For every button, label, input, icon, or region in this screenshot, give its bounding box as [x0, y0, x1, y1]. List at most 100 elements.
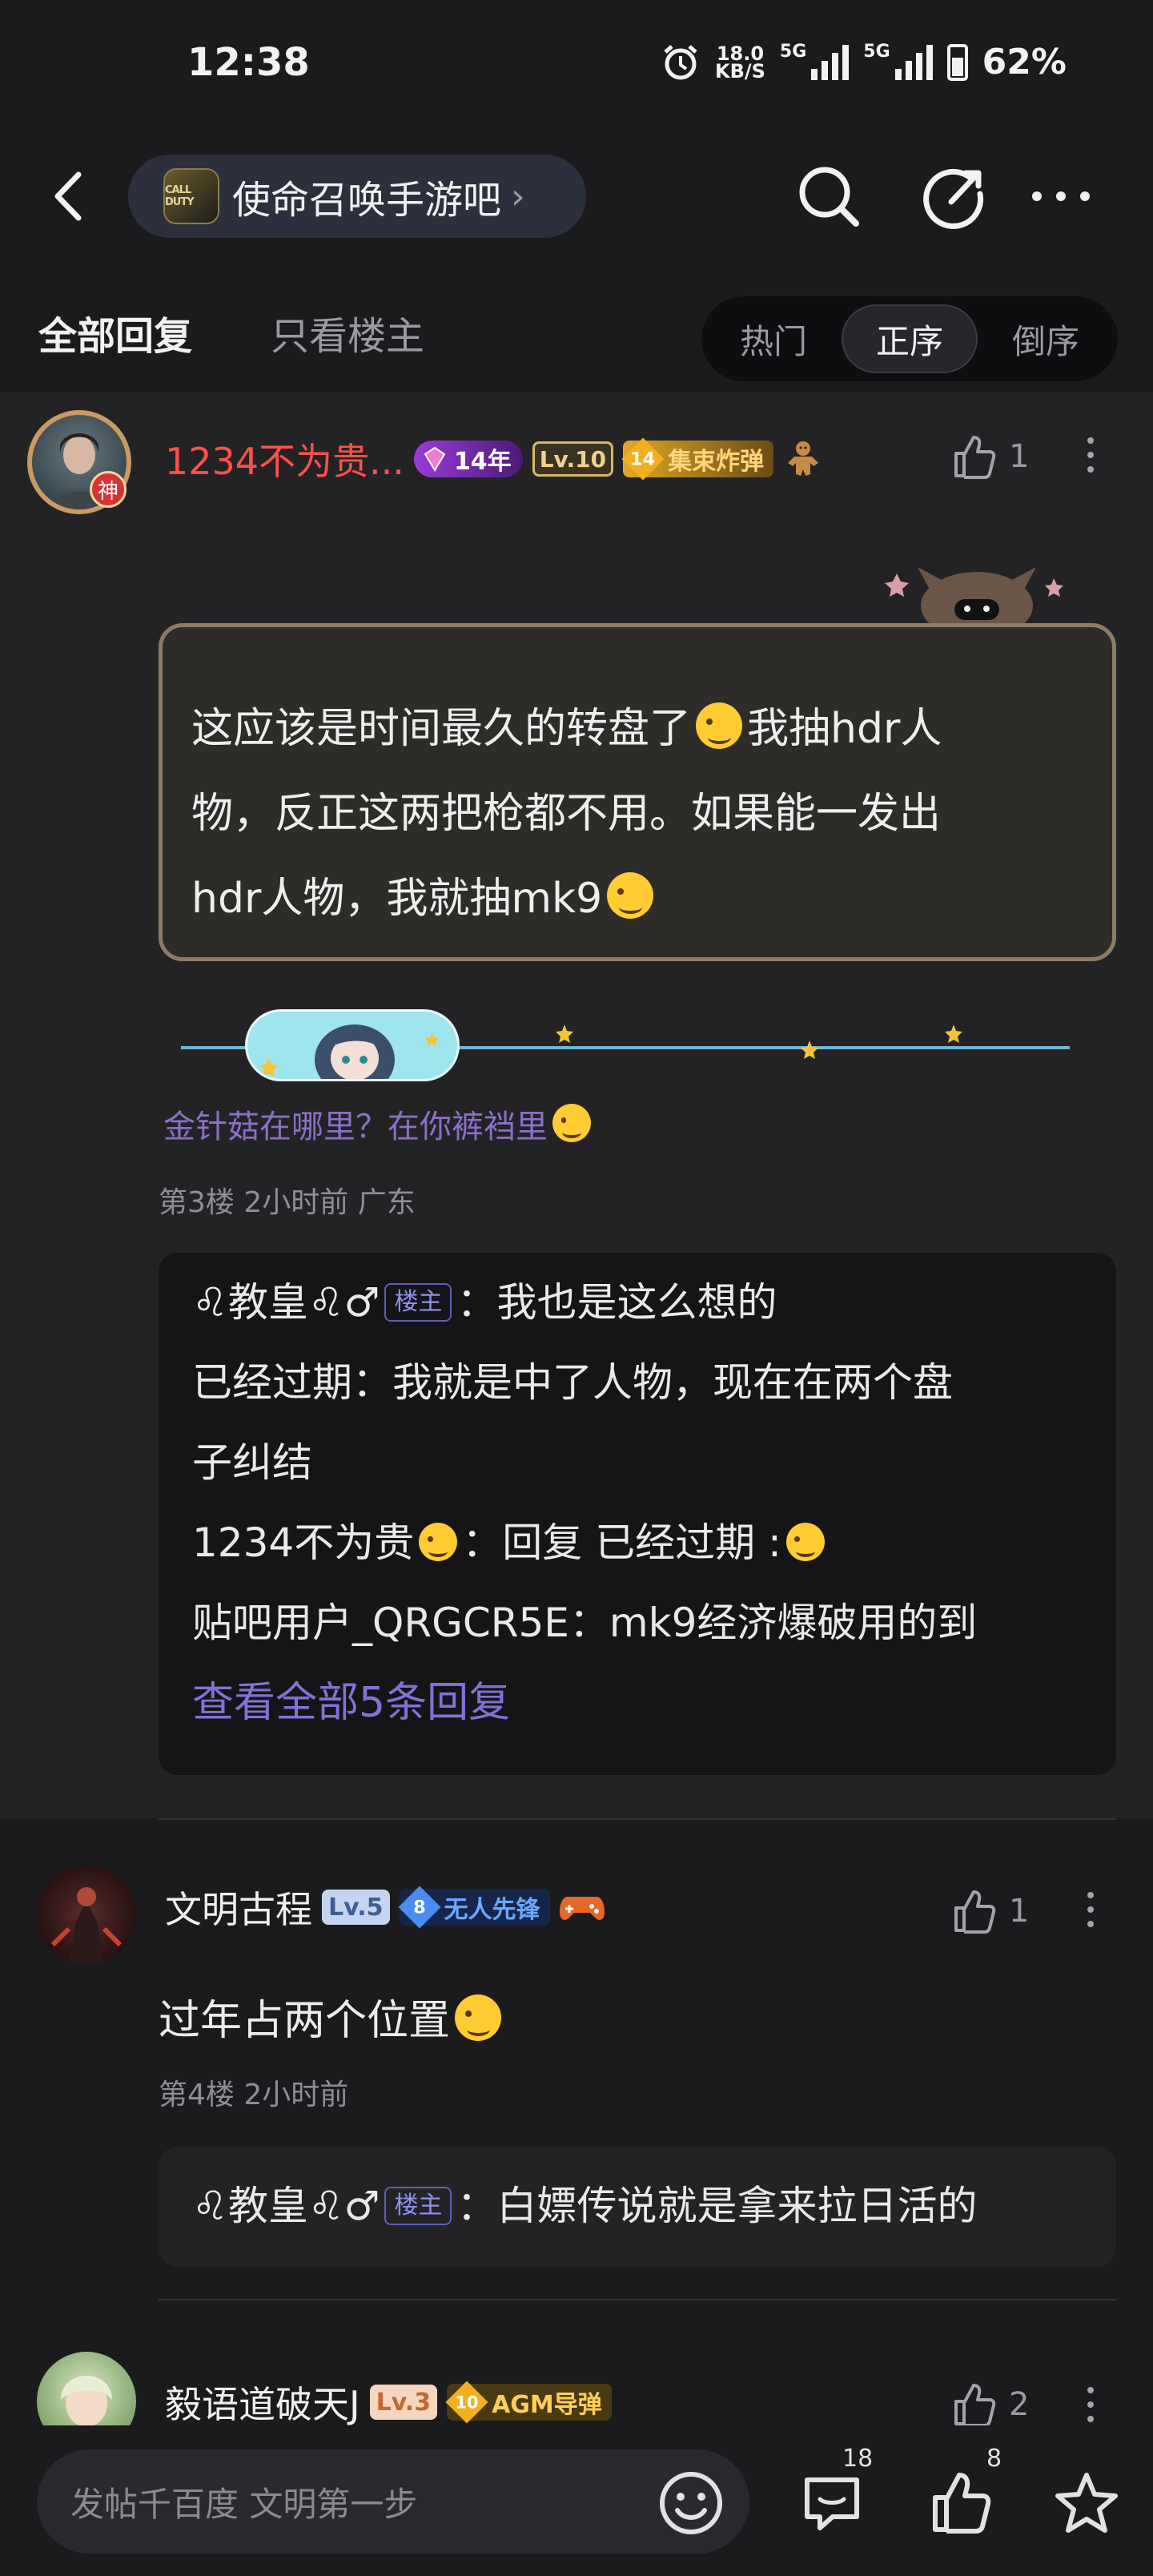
floor-5: 毅语道破天J Lv.3 10 AGM导弹 2: [0, 2331, 1153, 2425]
like-button[interactable]: 1: [950, 433, 1029, 481]
reply-input[interactable]: 发帖千百度 文明第一步: [37, 2449, 749, 2554]
like-count: 8: [986, 2445, 1002, 2473]
post-content-bubble: 这应该是时间最久的转盘了 我抽hdr人 物，反正这两把枪都不用。如果能一发出 hd…: [159, 623, 1116, 961]
network-type-2: 5G: [863, 42, 890, 62]
medal-badge: 8 无人先锋: [397, 1886, 550, 1929]
alarm-icon: [664, 44, 697, 79]
battery-icon: [946, 43, 968, 81]
sort-hot[interactable]: 热门: [717, 304, 830, 373]
avatar-title-badge: 神: [90, 471, 127, 508]
status-time: 12:38: [187, 40, 310, 85]
divider: [159, 1818, 1116, 1820]
forum-name: 使命召唤手游吧: [232, 178, 502, 223]
laugh-emoji-icon: [552, 1104, 591, 1142]
floor-meta: 第3楼 2小时前 广东: [159, 1186, 416, 1219]
more-options-icon[interactable]: [1084, 2387, 1097, 2422]
emoji-picker-icon[interactable]: [657, 2469, 725, 2538]
more-icon[interactable]: [1025, 160, 1097, 232]
username[interactable]: 文明古程: [165, 1881, 312, 1934]
dizzy-emoji-icon: [455, 1994, 502, 2041]
tab-host-only[interactable]: 只看楼主: [271, 304, 424, 360]
level-badge: Lv.5: [322, 1890, 390, 1925]
back-arrow-icon[interactable]: [46, 168, 94, 224]
post-content: 这应该是时间最久的转盘了 我抽hdr人 物，反正这两把枪都不用。如果能一发出 hd…: [191, 686, 1083, 941]
medal-badge: 14 集束炸弹: [621, 437, 774, 481]
star-icon: [556, 1024, 573, 1043]
network-speed: 18.0 KB/S: [714, 42, 765, 83]
reply-username[interactable]: 贴吧用户_QRGCR5E: [192, 1600, 569, 1646]
gem-icon: [424, 446, 446, 472]
reply-input-placeholder: 发帖千百度 文明第一步: [70, 2484, 418, 2524]
floor-meta: 第4楼 2小时前: [159, 2079, 349, 2111]
sub-reply-continued: 子纠结: [192, 1439, 312, 1486]
sub-reply: 1234不为贵 ：回复 已经过期 :: [192, 1503, 1083, 1583]
divider: [159, 2299, 1116, 2300]
grimace-emoji-icon: [785, 1523, 825, 1561]
sub-reply: 已经过期：我就是中了人物，现在在两个盘: [192, 1359, 953, 1406]
sort-ascending[interactable]: 正序: [842, 304, 978, 373]
more-options-icon[interactable]: [1084, 1892, 1097, 1927]
search-icon[interactable]: [793, 160, 865, 232]
username[interactable]: 1234不为贵...: [165, 433, 404, 485]
bottom-action-bar: 发帖千百度 文明第一步 18 8: [0, 2425, 1153, 2576]
grin-emoji-icon: [696, 702, 743, 749]
level-badge: Lv.10: [532, 441, 614, 477]
battery-percent: 62%: [982, 42, 1067, 83]
signal-icon-2: [894, 44, 933, 80]
user-row: 文明古程 Lv.5 8 无人先锋: [165, 1881, 605, 1934]
user-row: 毅语道破天J Lv.3 10 AGM导弹: [165, 2376, 612, 2425]
forum-link[interactable]: CALL DUTY 使命召唤手游吧 ›: [128, 155, 586, 238]
star-favorite-icon[interactable]: [1052, 2469, 1121, 2538]
host-tag: 楼主: [384, 2187, 452, 2225]
sort-descending[interactable]: 倒序: [990, 304, 1102, 373]
username[interactable]: 毅语道破天J: [165, 2376, 360, 2425]
status-bar: 12:38 18.0 KB/S 5G 5G 62%: [0, 0, 1153, 128]
star-icon: [945, 1024, 962, 1043]
host-tag: 楼主: [384, 1283, 452, 1322]
avatar[interactable]: [37, 2352, 136, 2425]
reply-username[interactable]: ♌教皇♌♂: [192, 2183, 380, 2229]
view-all-replies-link[interactable]: 查看全部5条回复: [192, 1663, 1083, 1743]
level-badge: Lv.3: [369, 2385, 438, 2420]
comment-count: 18: [842, 2445, 874, 2473]
top-nav: CALL DUTY 使命召唤手游吧 ›: [0, 128, 1153, 264]
more-options-icon[interactable]: [1084, 437, 1097, 473]
thumbs-up-icon: [954, 2384, 996, 2425]
reply-username[interactable]: ♌教皇♌♂: [192, 1279, 380, 1326]
reply-username[interactable]: 1234不为贵: [192, 1519, 414, 1566]
status-icons: 18.0 KB/S 5G 5G 62%: [661, 42, 1067, 83]
chevron-right-icon: ›: [511, 175, 525, 217]
medal-badge: 10 AGM导弹: [445, 2381, 612, 2424]
sub-reply: ♌教皇♌♂ 楼主 ：白嫖传说就是拿来拉日活的: [192, 2183, 978, 2229]
gingerbread-icon: [788, 441, 819, 476]
signal-icon-1: [811, 44, 850, 80]
sub-replies-box[interactable]: ♌教皇♌♂ 楼主 ：白嫖传说就是拿来拉日活的: [159, 2147, 1116, 2267]
like-button[interactable]: 1: [950, 1887, 1029, 1935]
gamepad-icon: [559, 1897, 605, 1920]
thumbs-up-icon: [954, 1890, 996, 1934]
like-count: 1: [1009, 1893, 1030, 1930]
signature-character-icon: [245, 1009, 460, 1081]
sub-reply: ♌教皇♌♂ 楼主 ：我也是这么想的: [192, 1279, 777, 1326]
sub-replies-box[interactable]: ♌教皇♌♂ 楼主 ：我也是这么想的 已经过期：我就是中了人物，现在在两个盘 子纠结 …: [159, 1253, 1116, 1775]
network-type-1: 5G: [779, 42, 807, 62]
share-icon[interactable]: [921, 160, 993, 232]
star-icon: [801, 1040, 818, 1059]
post-content: 过年占两个位置: [159, 1986, 506, 2047]
tab-all-replies[interactable]: 全部回复: [38, 304, 192, 360]
comment-icon[interactable]: [797, 2469, 866, 2538]
thumbs-up-icon: [954, 436, 996, 479]
yum-emoji-icon: [419, 1523, 458, 1561]
like-button[interactable]: 2: [950, 2381, 1029, 2425]
sub-reply: 贴吧用户_QRGCR5E：mk9经济爆破用的到: [192, 1600, 978, 1646]
smile-emoji-icon: [607, 872, 654, 919]
avatar[interactable]: [37, 1865, 136, 1964]
reply-username[interactable]: 已经过期: [192, 1359, 352, 1406]
sort-toggle: 热门 正序 倒序: [701, 296, 1118, 381]
forum-logo: CALL DUTY: [163, 168, 219, 224]
like-count: 2: [1009, 2386, 1030, 2423]
thumbs-up-icon[interactable]: [927, 2469, 996, 2538]
user-signature: 金针菇在哪里？在你裤裆里: [163, 1101, 596, 1147]
years-badge: 14年: [413, 441, 523, 477]
user-row: 1234不为贵... 14年 Lv.10 14 集束炸弹: [165, 433, 823, 485]
